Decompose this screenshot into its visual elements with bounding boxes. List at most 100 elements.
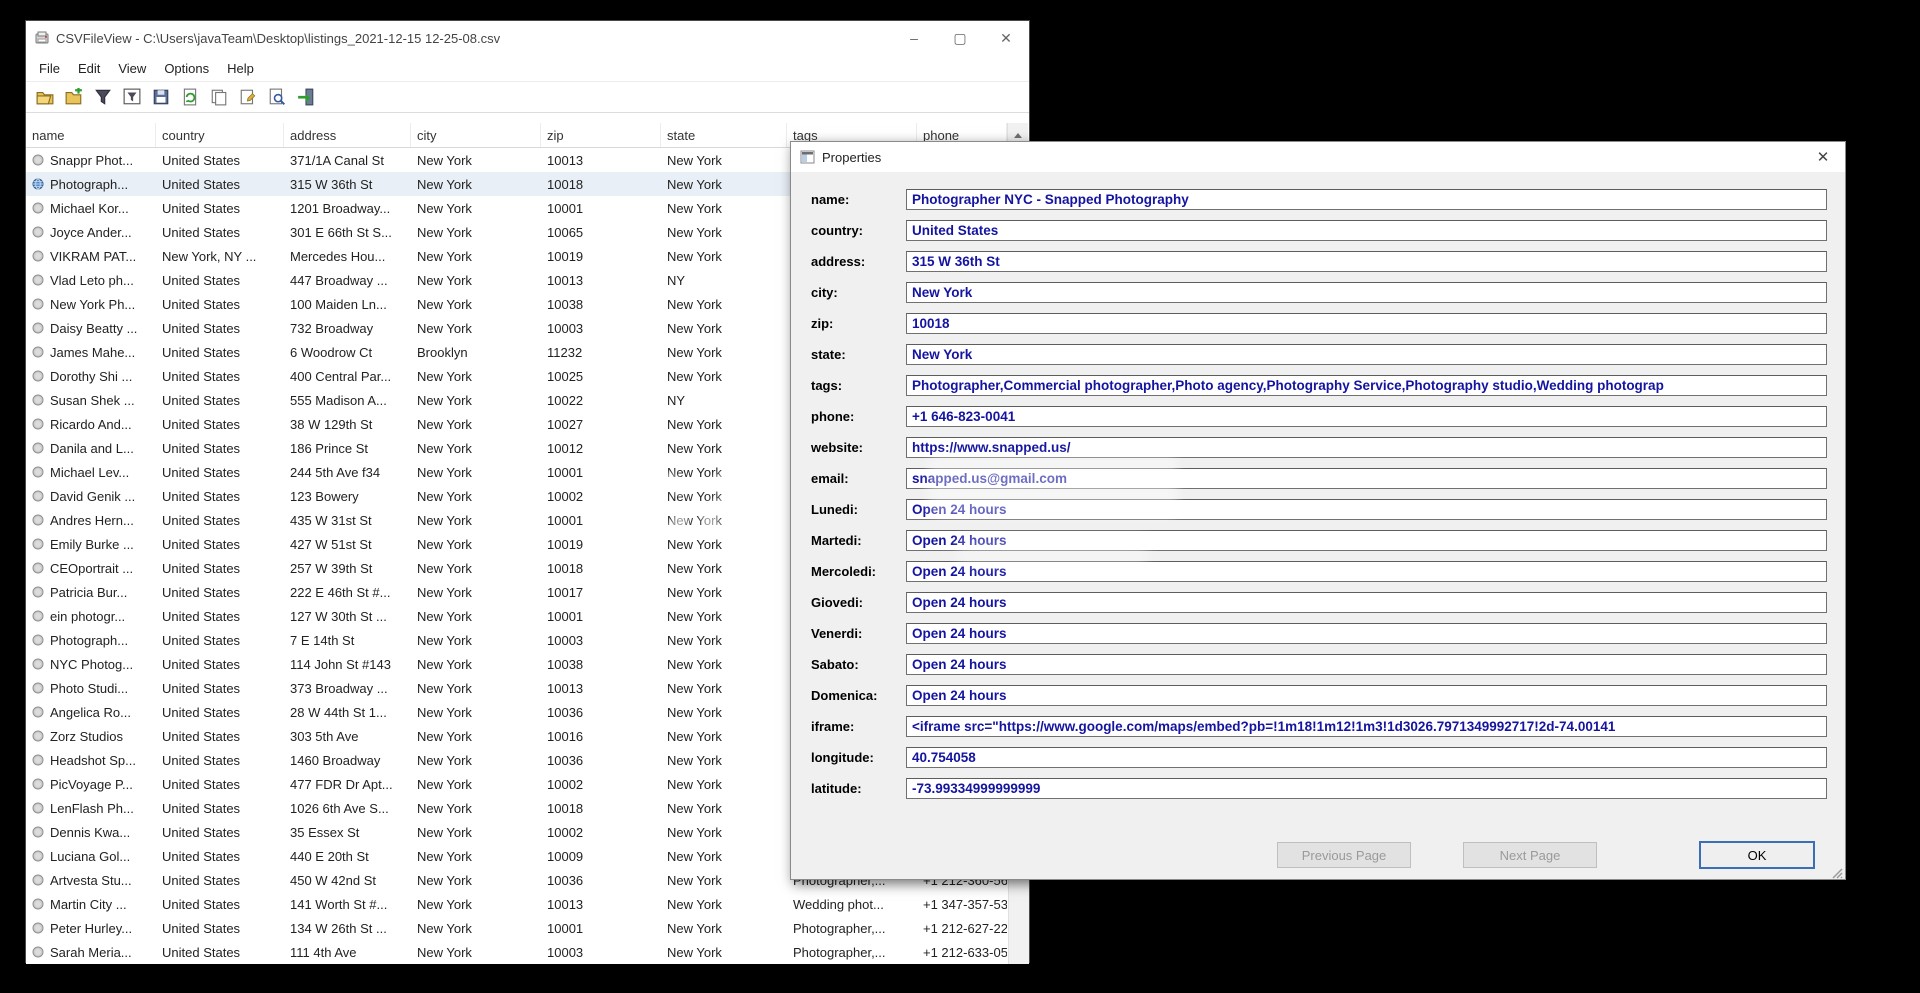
next-page-button[interactable]: Next Page xyxy=(1463,842,1597,868)
cell-address: 186 Prince St xyxy=(284,436,411,460)
record-icon xyxy=(32,274,44,286)
save-icon[interactable] xyxy=(150,86,172,108)
field-input-phone[interactable]: +1 646-823-0041 xyxy=(906,406,1827,427)
cell-address: Mercedes Hou... xyxy=(284,244,411,268)
row-name-text: PicVoyage P... xyxy=(50,777,133,792)
field-input-martedi[interactable]: Open 24 hours xyxy=(906,530,1827,551)
cell-zip: 10002 xyxy=(541,484,661,508)
dialog-titlebar[interactable]: Properties ✕ xyxy=(791,142,1845,172)
record-icon xyxy=(32,154,44,166)
row-name-text: Susan Shek ... xyxy=(50,393,135,408)
field-input-venerdi[interactable]: Open 24 hours xyxy=(906,623,1827,644)
filter-icon[interactable] xyxy=(92,86,114,108)
table-row[interactable]: Peter Hurley...United States134 W 26th S… xyxy=(26,916,1029,940)
field-input-address[interactable]: 315 W 36th St xyxy=(906,251,1827,272)
ok-button[interactable]: OK xyxy=(1699,841,1815,869)
row-name-text: Emily Burke ... xyxy=(50,537,134,552)
column-header-city[interactable]: city xyxy=(411,123,541,147)
cell-address: 35 Essex St xyxy=(284,820,411,844)
record-icon xyxy=(32,634,44,646)
cell-city: New York xyxy=(411,196,541,220)
cell-city: New York xyxy=(411,796,541,820)
menu-bar: FileEditViewOptionsHelp xyxy=(26,55,1029,82)
resize-grip-icon[interactable] xyxy=(1829,865,1843,879)
maximize-button[interactable]: ▢ xyxy=(937,21,983,55)
cell-name: ein photogr... xyxy=(26,604,156,628)
menu-options[interactable]: Options xyxy=(155,58,218,79)
column-header-country[interactable]: country xyxy=(156,123,284,147)
field-input-state[interactable]: New York xyxy=(906,344,1827,365)
titlebar[interactable]: CSVFileView - C:\Users\javaTeam\Desktop\… xyxy=(26,21,1029,55)
field-input-name[interactable]: Photographer NYC - Snapped Photography xyxy=(906,189,1827,210)
menu-view[interactable]: View xyxy=(109,58,155,79)
field-label-martedi: Martedi: xyxy=(811,533,906,548)
table-row[interactable]: Sarah Meria...United States111 4th AveNe… xyxy=(26,940,1029,964)
cell-country: United States xyxy=(156,892,284,916)
cell-zip: 10036 xyxy=(541,748,661,772)
open-folder-add-icon[interactable] xyxy=(63,86,85,108)
field-input-latitude[interactable]: -73.99334999999999 xyxy=(906,778,1827,799)
cell-name: Sarah Meria... xyxy=(26,940,156,964)
properties-dialog-icon xyxy=(800,150,815,164)
open-file-icon[interactable] xyxy=(34,86,56,108)
column-header-state[interactable]: state xyxy=(661,123,787,147)
refresh-icon[interactable] xyxy=(179,86,201,108)
column-header-name[interactable]: name xyxy=(26,123,156,147)
copy-icon[interactable] xyxy=(208,86,230,108)
cell-zip: 10003 xyxy=(541,940,661,964)
cell-state: New York xyxy=(661,364,787,388)
field-input-email[interactable]: snapped.us@gmail.com xyxy=(906,468,1827,489)
cell-state: New York xyxy=(661,724,787,748)
cell-tags: Photographer,... xyxy=(787,916,917,940)
field-input-giovedi[interactable]: Open 24 hours xyxy=(906,592,1827,613)
cell-city: New York xyxy=(411,484,541,508)
cell-zip: 10001 xyxy=(541,604,661,628)
properties-icon[interactable] xyxy=(237,86,259,108)
column-header-zip[interactable]: zip xyxy=(541,123,661,147)
previous-page-button[interactable]: Previous Page xyxy=(1277,842,1411,868)
menu-file[interactable]: File xyxy=(30,58,69,79)
table-row[interactable]: Martin City ...United States141 Worth St… xyxy=(26,892,1029,916)
cell-tags: Photographer,... xyxy=(787,940,917,964)
field-input-city[interactable]: New York xyxy=(906,282,1827,303)
field-input-domenica[interactable]: Open 24 hours xyxy=(906,685,1827,706)
field-input-country[interactable]: United States xyxy=(906,220,1827,241)
field-input-mercoledi[interactable]: Open 24 hours xyxy=(906,561,1827,582)
cell-zip: 10001 xyxy=(541,460,661,484)
field-input-website[interactable]: https://www.snapped.us/ xyxy=(906,437,1827,458)
row-name-text: Artvesta Stu... xyxy=(50,873,132,888)
exit-icon[interactable] xyxy=(295,86,317,108)
field-input-sabato[interactable]: Open 24 hours xyxy=(906,654,1827,675)
menu-help[interactable]: Help xyxy=(218,58,263,79)
cell-tags: Wedding phot... xyxy=(787,892,917,916)
minimize-button[interactable]: – xyxy=(891,21,937,55)
cell-name: Ricardo And... xyxy=(26,412,156,436)
menu-edit[interactable]: Edit xyxy=(69,58,109,79)
toolbar-spacer xyxy=(26,113,1029,123)
cell-address: 244 5th Ave f34 xyxy=(284,460,411,484)
cell-city: New York xyxy=(411,772,541,796)
cell-zip: 10001 xyxy=(541,196,661,220)
cell-address: 427 W 51st St xyxy=(284,532,411,556)
cell-city: New York xyxy=(411,316,541,340)
cell-address: 134 W 26th St ... xyxy=(284,916,411,940)
cell-state: NY xyxy=(661,268,787,292)
field-label-phone: phone: xyxy=(811,409,906,424)
field-row-iframe: iframe:<iframe src="https://www.google.c… xyxy=(811,715,1827,738)
find-icon[interactable] xyxy=(266,86,288,108)
filter-window-icon[interactable] xyxy=(121,86,143,108)
cell-zip: 10016 xyxy=(541,724,661,748)
field-input-lunedi[interactable]: Open 24 hours xyxy=(906,499,1827,520)
field-input-tags[interactable]: Photographer,Commercial photographer,Pho… xyxy=(906,375,1827,396)
field-input-iframe[interactable]: <iframe src="https://www.google.com/maps… xyxy=(906,716,1827,737)
dialog-close-icon[interactable]: ✕ xyxy=(1801,142,1845,172)
column-header-address[interactable]: address xyxy=(284,123,411,147)
field-input-longitude[interactable]: 40.754058 xyxy=(906,747,1827,768)
cell-address: 301 E 66th St S... xyxy=(284,220,411,244)
cell-country: United States xyxy=(156,364,284,388)
record-icon xyxy=(32,490,44,502)
close-button[interactable]: ✕ xyxy=(983,21,1029,55)
field-input-zip[interactable]: 10018 xyxy=(906,313,1827,334)
row-name-text: CEOportrait ... xyxy=(50,561,133,576)
cell-city: New York xyxy=(411,364,541,388)
